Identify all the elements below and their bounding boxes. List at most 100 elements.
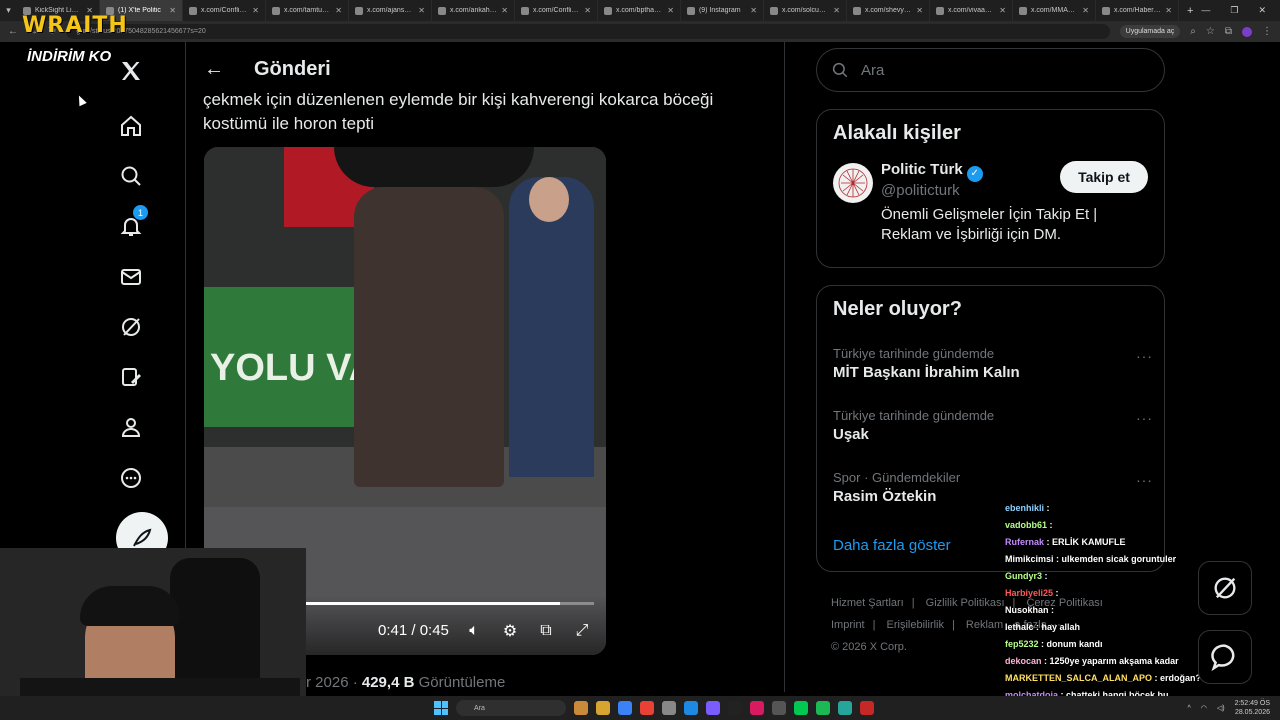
tab-close-icon[interactable]: ✕ — [667, 6, 674, 15]
grok-icon[interactable] — [116, 312, 146, 342]
url-field[interactable]: gurk/status/20375048285621456677s=20 — [66, 24, 1110, 39]
tab-close-icon[interactable]: ✕ — [418, 6, 425, 15]
back-arrow-icon[interactable]: ← — [204, 58, 224, 81]
chat-username[interactable]: MARKETTEN_SALCA_ALAN_APO — [1005, 673, 1152, 683]
grok-float-button[interactable] — [1198, 561, 1252, 615]
footer-link[interactable]: Erişilebilirlik — [887, 619, 944, 631]
widget-icon[interactable] — [574, 701, 588, 715]
chat-username[interactable]: Mimikcimsi — [1005, 554, 1054, 564]
browser-tab[interactable]: x.com/HaberMC ✕ — [1096, 0, 1179, 21]
messages-mail-icon[interactable] — [116, 262, 146, 292]
chat-username[interactable]: lethalc — [1005, 622, 1034, 632]
browser-tab[interactable]: x.com/ConflictTR ✕ — [183, 0, 266, 21]
tab-close-icon[interactable]: ✕ — [916, 6, 923, 15]
messages-float-button[interactable] — [1198, 630, 1252, 684]
browser-tab[interactable]: x.com/bpthaber/✕ — [598, 0, 681, 21]
app-icon[interactable] — [728, 701, 742, 715]
home-icon[interactable] — [116, 111, 146, 141]
picture-in-picture-icon[interactable]: ⧉ — [536, 621, 556, 641]
app-icon[interactable] — [706, 701, 720, 715]
file-explorer-icon[interactable] — [596, 701, 610, 715]
volume-icon[interactable]: 🔈︎ — [464, 621, 484, 641]
trend-more-icon[interactable]: ··· — [1136, 410, 1153, 426]
minimize-icon[interactable]: — — [1201, 5, 1210, 16]
tab-close-icon[interactable]: ✕ — [999, 6, 1006, 15]
open-in-app-button[interactable]: Uygulamada aç — [1119, 25, 1181, 38]
tab-close-icon[interactable]: ✕ — [750, 6, 757, 15]
volume-tray-icon[interactable]: ◁) — [1217, 704, 1225, 712]
chat-username[interactable]: fep5232 — [1005, 639, 1039, 649]
browser-tab[interactable]: x.com/ConflictTR ✕ — [515, 0, 598, 21]
app-icon[interactable] — [684, 701, 698, 715]
browser-tab[interactable]: x.com/solcugaze ✕ — [764, 0, 847, 21]
extensions-icon[interactable]: ⧉ — [1225, 26, 1232, 37]
browser-tab[interactable]: x.com/ankahaber✕ — [432, 0, 515, 21]
chat-username[interactable]: dekocan — [1005, 656, 1042, 666]
notifications-bell-icon[interactable]: 1 — [116, 205, 148, 241]
bookmark-star-icon[interactable]: ☆ — [1206, 26, 1215, 37]
browser-tab[interactable]: x.com/tamturnver✕ — [266, 0, 349, 21]
tab-close-icon[interactable]: ✕ — [1165, 6, 1172, 15]
browser-tab[interactable]: x.com/ajansmuhb✕ — [349, 0, 432, 21]
profile-icon[interactable] — [116, 412, 146, 442]
search-input[interactable]: Ara — [816, 48, 1165, 92]
x-logo-icon[interactable] — [116, 56, 146, 86]
tab-close-icon[interactable]: ✕ — [252, 6, 259, 15]
clock[interactable]: 2:52:49 ÖS 28.05.2026 — [1235, 699, 1270, 717]
tab-close-icon[interactable]: ✕ — [335, 6, 342, 15]
browser-tab[interactable]: (9) Instagram ✕ — [681, 0, 764, 21]
maximize-icon[interactable]: ❐ — [1230, 5, 1238, 16]
network-icon[interactable]: ◠ — [1201, 704, 1207, 712]
browser-tab[interactable]: x.com/MMA101T ✕ — [1013, 0, 1096, 21]
chat-username[interactable]: Gundyr3 — [1005, 571, 1042, 581]
spotify-icon[interactable] — [816, 701, 830, 715]
chat-username[interactable]: vadobb61 — [1005, 520, 1047, 530]
tab-close-icon[interactable]: ✕ — [1082, 6, 1089, 15]
footer-link[interactable]: Hizmet Şartları — [831, 597, 904, 609]
profile-handle[interactable]: @politicturk — [881, 182, 960, 199]
trend-more-icon[interactable]: ··· — [1136, 472, 1153, 488]
profile-avatar-icon[interactable] — [1242, 26, 1252, 37]
app-icon[interactable] — [772, 701, 786, 715]
show-more-link[interactable]: Daha fazla göster — [833, 537, 951, 554]
footer-link[interactable]: Imprint — [831, 619, 865, 631]
trend-more-icon[interactable]: ··· — [1136, 348, 1153, 364]
tray-chevron-icon[interactable]: ^ — [1187, 705, 1190, 712]
footer-link[interactable]: Gizlilik Politikası — [926, 597, 1005, 609]
edge-icon[interactable] — [618, 701, 632, 715]
browser-tab[interactable]: x.com/vivaantifa ✕ — [930, 0, 1013, 21]
new-tab-icon[interactable]: + — [1179, 5, 1201, 17]
notes-edit-icon[interactable] — [116, 362, 146, 392]
chrome-icon[interactable] — [640, 701, 654, 715]
tab-close-icon[interactable]: ✕ — [584, 6, 591, 15]
tab-close-icon[interactable]: ✕ — [833, 6, 840, 15]
footer-link[interactable]: Reklam — [966, 619, 1003, 631]
chat-username[interactable]: Harbiyeli25 — [1005, 588, 1053, 598]
avatar[interactable] — [833, 163, 873, 203]
trend-item[interactable]: Türkiye tarihinde gündemde Uşak ··· — [833, 408, 1153, 443]
tab-close-icon[interactable]: ✕ — [169, 6, 176, 15]
chat-username[interactable]: Nusokhan — [1005, 605, 1049, 615]
close-window-icon[interactable]: ✕ — [1258, 5, 1266, 16]
zoom-icon[interactable]: ⌕ — [1190, 26, 1196, 37]
chat-username[interactable]: ebenhikli — [1005, 503, 1044, 513]
app-icon[interactable] — [662, 701, 676, 715]
app-icon[interactable] — [794, 701, 808, 715]
start-menu-icon[interactable] — [434, 701, 448, 715]
more-options-icon[interactable] — [116, 463, 146, 493]
app-icon[interactable] — [750, 701, 764, 715]
tab-close-icon[interactable]: ✕ — [501, 6, 508, 15]
profile-name[interactable]: Politic Türk ✓ — [881, 161, 983, 182]
search-icon[interactable] — [116, 161, 146, 191]
fullscreen-icon[interactable]: ⤢ — [572, 621, 592, 641]
follow-button[interactable]: Takip et — [1060, 161, 1148, 193]
taskbar-search[interactable]: Ara — [456, 700, 566, 716]
back-nav-icon[interactable]: ← — [8, 26, 18, 37]
trend-item[interactable]: Türkiye tarihinde gündemde MİT Başkanı İ… — [833, 346, 1153, 381]
browser-menu-icon[interactable]: ⋮ — [1262, 26, 1272, 37]
chat-username[interactable]: Rufernak — [1005, 537, 1044, 547]
browser-tab[interactable]: x.com/shevysta/✕ — [847, 0, 930, 21]
app-icon[interactable] — [860, 701, 874, 715]
tab-menu-icon[interactable]: ▾ — [0, 0, 17, 21]
app-icon[interactable] — [838, 701, 852, 715]
